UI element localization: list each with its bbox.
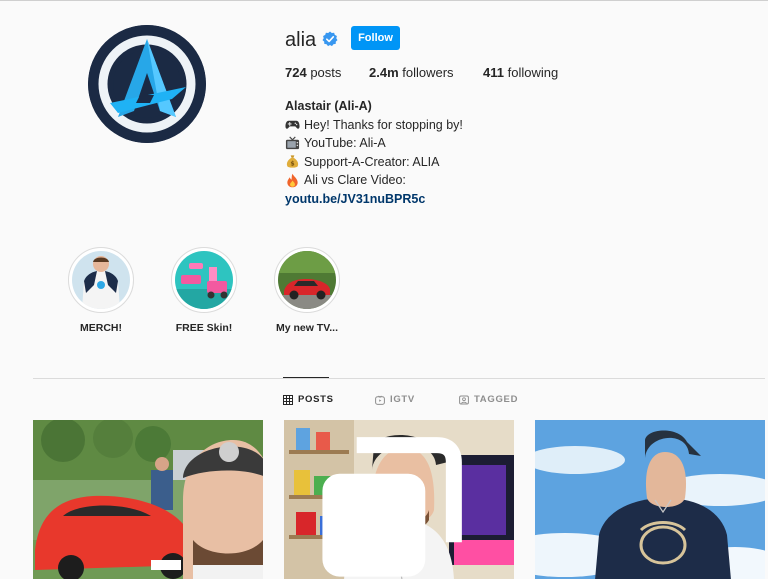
highlight-merch[interactable]: MERCH! (68, 247, 134, 334)
verified-badge-icon (322, 31, 338, 47)
highlight-thumbnail (278, 251, 336, 309)
following-count-value: 411 (483, 65, 504, 80)
post-image (535, 420, 765, 579)
bio-line: Ali vs Clare Video: (285, 171, 463, 190)
profile-full-name: Alastair (Ali-A) (285, 99, 372, 113)
tab-label: POSTS (298, 394, 334, 405)
igtv-icon (375, 395, 385, 405)
highlight-ring (171, 247, 237, 313)
tv-icon (285, 136, 300, 149)
tab-tagged[interactable]: TAGGED (459, 394, 518, 405)
fire-icon (287, 173, 298, 187)
bio-external-link[interactable]: youtu.be/JV31nuBPR5c (285, 190, 463, 209)
highlight-thumbnail (72, 251, 130, 309)
svg-text:$: $ (290, 161, 294, 168)
posts-count-label: posts (310, 65, 342, 80)
highlight-ring (68, 247, 134, 313)
highlight-label: My new TV... (275, 322, 339, 334)
money-bag-icon: $ (286, 155, 299, 168)
post-image (33, 420, 263, 579)
followers-count-value: 2.4m (369, 65, 399, 80)
following-count-label: following (507, 65, 559, 80)
follow-button[interactable]: Follow (351, 26, 400, 50)
bio-line: Hey! Thanks for stopping by! (285, 116, 463, 135)
bio-line-text: Ali vs Clare Video: (304, 173, 406, 187)
profile-avatar[interactable] (88, 25, 206, 143)
highlight-thumbnail (175, 251, 233, 309)
tab-label: TAGGED (474, 394, 519, 405)
posts-count: 724 posts (285, 65, 341, 81)
highlight-ring (274, 247, 340, 313)
bio-line: $ Support-A-Creator: ALIA (285, 153, 463, 172)
profile-divider (33, 378, 765, 379)
game-controller-icon (285, 121, 300, 129)
highlight-label: MERCH! (80, 322, 122, 334)
tab-igtv[interactable]: IGTV (375, 394, 415, 405)
highlight-new-tv[interactable]: My new TV... (274, 247, 340, 334)
followers-count-label: followers (402, 65, 454, 80)
highlight-label: FREE Skin! (175, 322, 233, 334)
highlight-free-skin[interactable]: FREE Skin! (171, 247, 237, 334)
tab-label: IGTV (390, 394, 415, 405)
posts-count-value: 724 (285, 65, 307, 80)
tab-posts[interactable]: POSTS (283, 394, 334, 405)
active-tab-indicator (283, 377, 329, 378)
post-thumbnail[interactable] (284, 420, 514, 579)
ali-a-logo (88, 25, 206, 143)
post-thumbnail[interactable] (535, 420, 765, 579)
bio-line-text: Hey! Thanks for stopping by! (304, 117, 463, 132)
profile-username: alia (285, 29, 317, 51)
post-thumbnail[interactable] (33, 420, 263, 579)
bio-line: YouTube: Ali-A (285, 134, 463, 153)
grid-icon (283, 394, 293, 405)
following-count[interactable]: 411 following (483, 65, 558, 81)
bio-line-text: Support-A-Creator: ALIA (304, 154, 440, 169)
followers-count[interactable]: 2.4m followers (369, 65, 454, 81)
bio-line-text: YouTube: Ali-A (304, 136, 386, 150)
tagged-icon (459, 395, 469, 404)
profile-bio: Alastair (Ali-A) Hey! Thanks for stoppin… (285, 97, 463, 208)
carousel-multiple-icon (322, 437, 462, 577)
